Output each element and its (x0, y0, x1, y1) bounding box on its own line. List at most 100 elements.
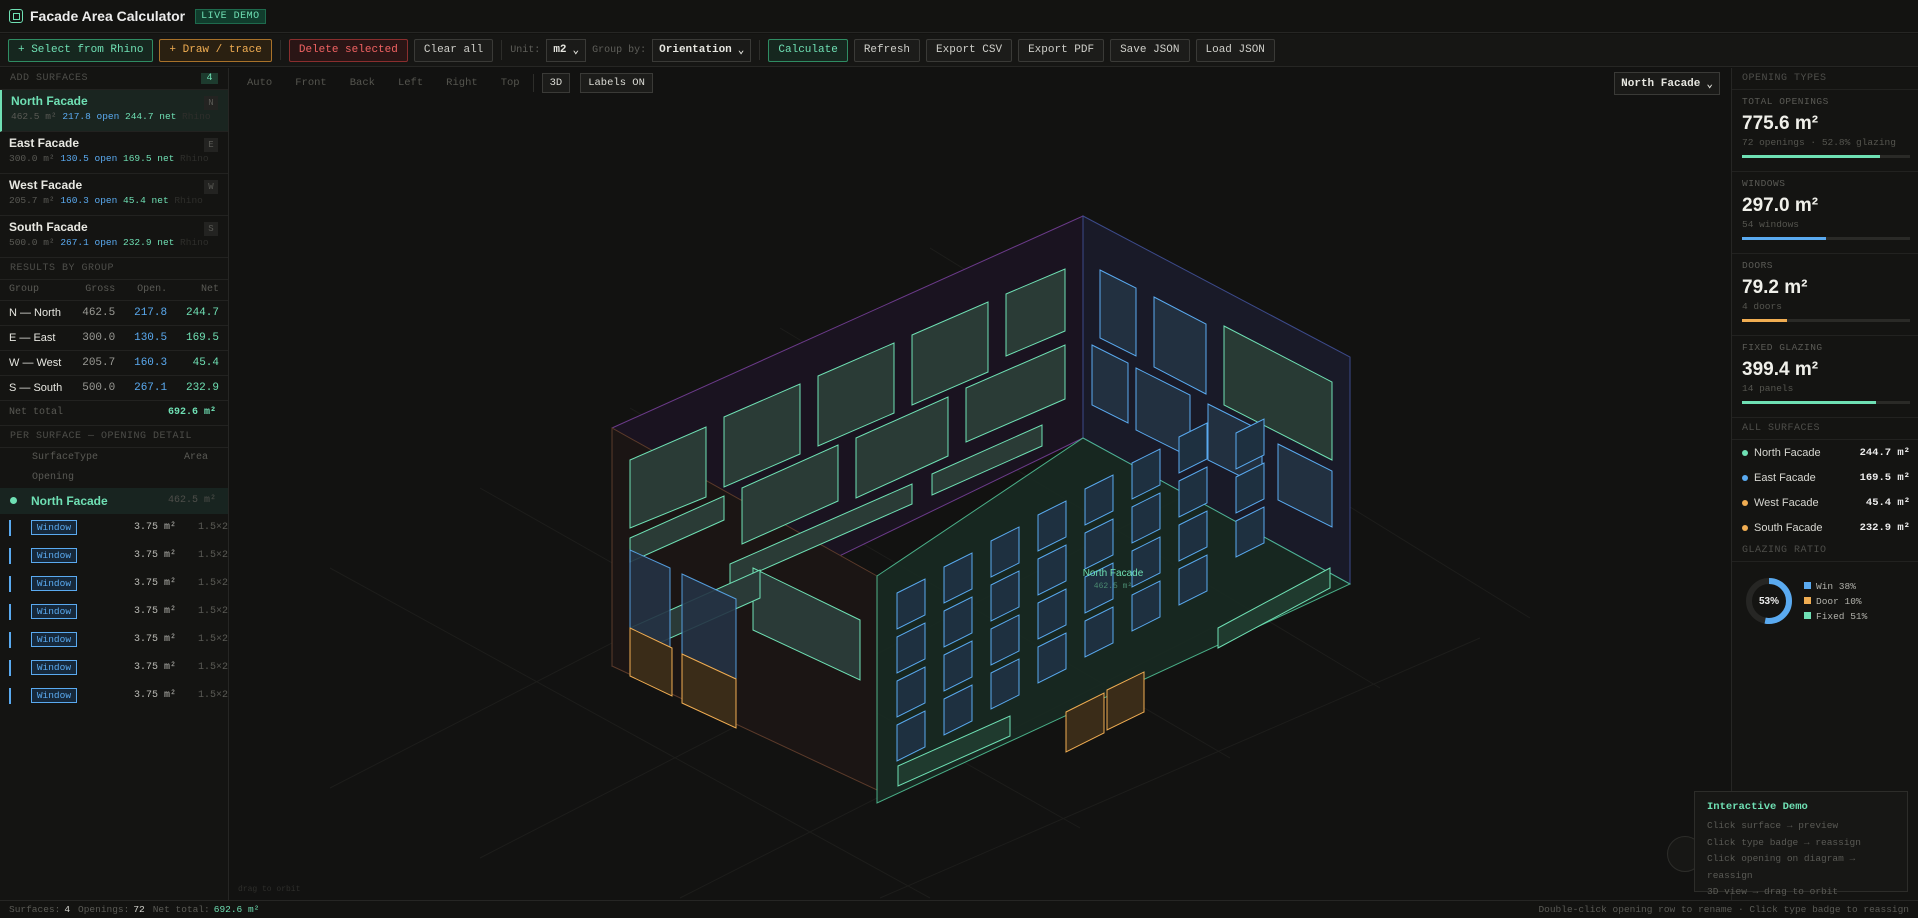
toolbar-divider (759, 40, 761, 60)
clear-all-button[interactable]: Clear all (413, 38, 494, 62)
all-surface-row[interactable]: South Facade 232.9 m² (1732, 515, 1918, 540)
col-open: Open. (124, 280, 177, 301)
surface-name: East Facade (9, 136, 80, 150)
opening-type-badge[interactable]: Window (30, 520, 78, 535)
all-surface-row[interactable]: East Facade 169.5 m² (1732, 465, 1918, 490)
app-title: Facade Area Calculator (30, 8, 186, 24)
opening-row[interactable]: Window 3.75 m² 1.5×2 (0, 626, 228, 654)
stat-progress-fill (1742, 401, 1877, 404)
legend-label: Fixed 51% (1816, 610, 1868, 622)
group-by-value: Orientation (659, 44, 732, 56)
3d-viewport[interactable]: Auto Front Back Left Right Top 3D Labels ON Nor… (230, 68, 1730, 900)
group-by-select[interactable]: Orientation ⌄ (652, 38, 752, 62)
stat-sub: 4 doors (1742, 301, 1782, 312)
orbit-hint: drag to orbit (238, 885, 301, 894)
all-surfaces-heading: ALL SURFACES (1732, 418, 1918, 440)
opening-type-badge[interactable]: Window (30, 604, 78, 619)
result-open: 217.8 (124, 300, 177, 326)
opening-row[interactable]: Window 3.75 m² 1.5×2 (0, 654, 228, 682)
stat-label: DOORS (1742, 260, 1774, 271)
opening-type-badge[interactable]: Window (30, 548, 78, 563)
result-gross: 500.0 (72, 375, 125, 401)
results-row: W — West 205.7 160.3 45.4 (0, 350, 228, 376)
per-surface-heading: PER SURFACE — OPENING DETAIL (0, 426, 228, 448)
demo-line: Click opening on diagram → reassign (1707, 853, 1856, 881)
surface-item[interactable]: North Facade 462.5 m² 217.8 open 244.7 ne… (0, 90, 228, 132)
opening-area: 3.75 m² (133, 606, 176, 617)
all-surface-value: 232.9 m² (1859, 521, 1910, 534)
delete-selected-button[interactable]: Delete selected (288, 38, 408, 62)
legend-item: Win 38% (1804, 579, 1867, 594)
result-group: S — South (0, 375, 73, 401)
result-group: E — East (0, 325, 73, 351)
status-openings-label: Openings: (78, 904, 130, 915)
result-open: 130.5 (124, 325, 177, 351)
opening-type-badge[interactable]: Window (30, 632, 78, 647)
calculate-button[interactable]: Calculate (768, 38, 848, 62)
all-surface-row[interactable]: West Facade 45.4 m² (1732, 490, 1918, 515)
result-gross: 462.5 (72, 300, 125, 326)
all-surface-row[interactable]: North Facade 244.7 m² (1732, 440, 1918, 465)
surfaces-heading: ADD SURFACES 4 (0, 68, 228, 90)
surface-item[interactable]: East Facade 300.0 m² 130.5 open 169.5 net… (0, 132, 228, 174)
all-surface-name: North Facade (1754, 446, 1821, 459)
unit-select[interactable]: m2 ⌄ (546, 38, 587, 62)
stat-progress (1742, 401, 1910, 404)
legend-item: Door 10% (1804, 594, 1867, 609)
export-pdf-button[interactable]: Export PDF (1018, 38, 1105, 62)
status-bar: Surfaces: 4 Openings: 72 Net total: 692.6 m… (0, 900, 1918, 918)
opening-row[interactable]: Window 3.75 m² 1.5×2 (0, 570, 228, 598)
opening-type-badge[interactable]: Window (30, 660, 78, 675)
results-header-row: Group Gross Open. Net (0, 280, 228, 301)
opening-row[interactable]: Window 3.75 m² 1.5×2 (0, 682, 228, 710)
results-heading: RESULTS BY GROUP (0, 258, 228, 280)
toolbar: + Select from Rhino + Draw / trace Delet… (0, 34, 1918, 67)
opening-row[interactable]: Window 3.75 m² 1.5×2 (0, 598, 228, 626)
surface-net: 232.9 net (123, 237, 175, 248)
save-json-button[interactable]: Save JSON (1110, 38, 1190, 62)
opening-area: 3.75 m² (133, 522, 176, 533)
surface-gross: 205.7 m² (9, 195, 55, 206)
glazing-ratio: 53% Win 38% Door 10% Fixed 51% (1732, 562, 1918, 626)
opening-size: 1.5×2 (197, 578, 228, 589)
result-open: 160.3 (124, 350, 177, 376)
export-csv-button[interactable]: Export CSV (926, 38, 1013, 62)
refresh-button[interactable]: Refresh (853, 38, 921, 62)
toolbar-divider (501, 40, 503, 60)
surface-open: 217.8 open (62, 111, 120, 122)
surface-item[interactable]: South Facade 500.0 m² 267.1 open 232.9 ne… (0, 216, 228, 258)
status-net: 692.6 m² (213, 904, 260, 915)
surface-source: Rhino (180, 237, 209, 248)
opening-row[interactable]: Window 3.75 m² 1.5×2 (0, 514, 228, 542)
opening-row[interactable]: Window 3.75 m² 1.5×2 (0, 542, 228, 570)
all-surface-value: 244.7 m² (1859, 446, 1910, 459)
per-surface-group[interactable]: North Facade 462.5 m² (0, 487, 228, 514)
status-openings: 72 (133, 904, 145, 915)
status-surfaces: 4 (64, 904, 71, 915)
opening-list: Window 3.75 m² 1.5×2 Window 3.75 m² 1.5×2 Wind… (0, 514, 228, 710)
opening-type-badge[interactable]: Window (30, 688, 78, 703)
select-from-rhino-button[interactable]: + Select from Rhino (8, 38, 154, 62)
results-table: Group Gross Open. Net N — North 462.5 217.… (0, 280, 228, 401)
surface-metrics: 462.5 m² 217.8 open 244.7 net Rhino (11, 111, 219, 122)
surface-name: West Facade (9, 178, 83, 192)
opening-type-marker (9, 547, 11, 564)
surface-source: Rhino (174, 195, 203, 206)
stat-label: FIXED GLAZING (1742, 342, 1823, 353)
opening-size: 1.5×2 (197, 662, 228, 673)
surface-gross: 300.0 m² (9, 153, 55, 164)
surface-item[interactable]: West Facade 205.7 m² 160.3 open 45.4 net … (0, 174, 228, 216)
net-total-value: 692.6 m² (167, 407, 216, 418)
right-panel: OPENING TYPES TOTAL OPENINGS 775.6 m² 72 o… (1731, 68, 1918, 900)
building-model[interactable]: North Facade 462.5 m² (230, 68, 1730, 900)
results-row: S — South 500.0 267.1 232.9 (0, 375, 228, 401)
per-surface-columns: SurfaceType Area (0, 448, 228, 468)
legend-swatch (1804, 611, 1811, 619)
surface-list: North Facade 462.5 m² 217.8 open 244.7 ne… (0, 90, 228, 258)
load-json-button[interactable]: Load JSON (1195, 38, 1275, 62)
draw-trace-button[interactable]: + Draw / trace (159, 38, 272, 62)
opening-type-badge[interactable]: Window (30, 576, 78, 591)
app-logo-icon (9, 9, 23, 23)
demo-title: Interactive Demo (1707, 801, 1808, 813)
surface-tag: W (204, 180, 218, 194)
